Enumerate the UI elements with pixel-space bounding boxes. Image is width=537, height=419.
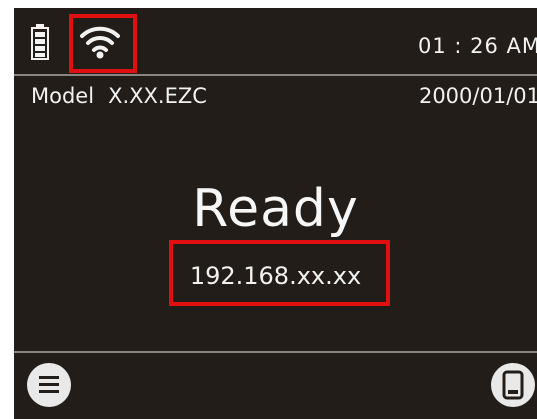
model-label: Model (31, 84, 95, 108)
printer-display: 01 : 26 AM Model X.XX.EZC 2000/01/01 Read… (14, 8, 537, 419)
wifi-highlight-box (69, 14, 137, 73)
battery-full-icon (31, 24, 49, 60)
printer-status: Ready (192, 179, 359, 239)
clock-time: 01 : 26 AM (417, 34, 537, 58)
model-version: X.XX.EZC (108, 84, 207, 108)
model-info: Model X.XX.EZC (31, 84, 207, 108)
ip-highlight-box (169, 240, 390, 306)
menu-button[interactable] (27, 363, 71, 407)
device-button[interactable] (491, 363, 535, 407)
bottom-divider (14, 351, 537, 353)
date-display: 2000/01/01 (418, 84, 537, 108)
device-icon (502, 370, 524, 400)
top-divider (14, 74, 537, 76)
